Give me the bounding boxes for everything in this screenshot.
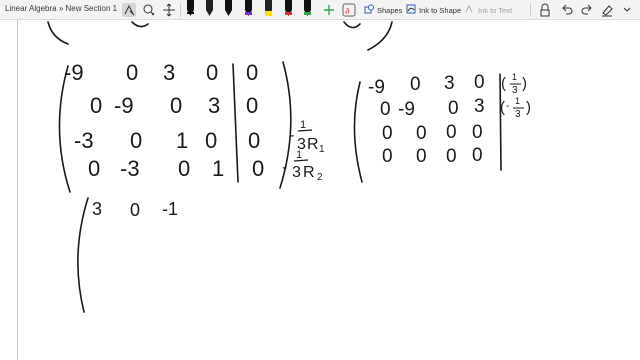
highlighter-yellow-icon[interactable] [264,0,273,18]
matrix2-cell: 0 [416,123,427,144]
op3-subscript: 1 [319,144,325,155]
scale2-open-paren: ( [500,99,505,116]
matrix1-cell: 0 [246,60,258,85]
redo-icon[interactable] [580,3,594,17]
ink-to-math-icon[interactable]: ∂ [342,3,356,17]
matrix1-cell: -9 [114,93,134,118]
op3-r: R [307,136,319,153]
matrix1-cell: 0 [170,93,182,118]
matrix1-cell: 0 [206,60,218,85]
more-options-icon[interactable] [620,3,634,17]
pen-red-icon[interactable] [284,0,293,18]
matrix2-cell: -9 [398,99,415,120]
matrix2-cell: 0 [380,99,391,120]
matrix1-cell: -9 [64,60,84,85]
ink-canvas[interactable]: -9 0 3 0 0 0 -9 0 3 0 -3 0 1 0 0 0 -3 0 … [0,20,640,360]
op3-minus: - [289,127,294,144]
pan-icon[interactable] [162,3,176,17]
scale2-denominator: 3 [515,109,521,120]
ink-to-text-icon [465,4,475,16]
matrix3-cell: 0 [130,200,140,220]
ink-bracket-fragment [47,21,69,45]
toolbar-separator [180,3,181,17]
matrix2-cell: 0 [472,122,483,143]
ink-to-shape-label: Ink to Shape [419,5,462,15]
ink-to-shape-icon [406,4,416,16]
matrix1-cell: 0 [252,156,264,181]
matrix2-cell: -9 [368,77,385,98]
op4-subscript: 2 [317,172,323,183]
op4-minus: - [282,159,287,176]
lock-icon[interactable] [538,3,552,17]
matrix1-cell: 0 [246,93,258,118]
scale2-minus: - [506,101,509,112]
ink-bracket-fragment [367,21,393,51]
pen-purple-icon[interactable] [244,0,253,18]
ink-to-shape-button[interactable]: Ink to Shape [406,2,461,18]
matrix1-cell: 0 [88,156,100,181]
scale2-numerator: 1 [515,96,520,106]
shapes-label: Shapes [377,5,403,15]
matrix1-cell: -3 [120,156,140,181]
matrix1-augment-line [232,63,239,183]
pen-dark-icon[interactable] [224,0,233,18]
op4-denominator: 3 [292,164,301,181]
scale1-close-paren: ) [522,75,527,92]
matrix3-cell: -1 [162,199,178,219]
matrix2-cell: 0 [382,146,393,167]
matrix1-cell: 0 [126,60,138,85]
matrix3-left-bracket [77,197,89,313]
matrix2-cell: 0 [474,72,485,93]
op4-r: R [303,164,315,181]
matrix2-left-bracket [353,81,363,183]
matrix3-cell: 3 [92,199,102,219]
matrix1-cell: 0 [205,128,217,153]
add-space-icon[interactable] [142,3,156,17]
eraser-icon[interactable] [600,3,614,17]
pen-black-icon[interactable] [186,0,195,18]
matrix2-cell: 0 [416,146,427,167]
lasso-select-icon[interactable] [122,3,136,17]
matrix2-cell: 3 [474,96,485,117]
matrix2-cell: 0 [448,98,459,119]
matrix1-cell: 3 [208,93,220,118]
ink-to-text-label: Ink to Text [478,5,513,15]
undo-icon[interactable] [560,3,574,17]
toolbar-separator [530,3,531,17]
ink-to-text-button[interactable]: Ink to Text [465,2,512,18]
pen-gray-icon[interactable] [205,0,214,18]
matrix2-cell: 3 [444,73,455,94]
ink-digit-fragment [343,21,361,29]
matrix2-cell: 0 [472,145,483,166]
matrix1-cell: 1 [212,156,224,181]
matrix2-cell: 0 [446,122,457,143]
matrix2-cell: 0 [382,123,393,144]
shapes-icon [364,4,374,16]
matrix1-cell: 0 [248,128,260,153]
matrix1-cell: 1 [176,128,188,153]
op3-numerator: 1 [300,119,306,131]
matrix2-cell: 0 [446,146,457,167]
ink-digit-fragment [131,21,149,28]
op4-numerator: 1 [296,149,302,161]
matrix1-cell: -3 [74,128,94,153]
breadcrumb[interactable]: Linear Algebra » New Section 1 [5,4,117,13]
scale2-close-paren: ) [526,99,531,116]
scale1-numerator: 1 [512,72,517,82]
matrix2-cell: 0 [410,74,421,95]
shapes-button[interactable]: Shapes [364,2,402,18]
add-pen-icon[interactable] [322,3,336,17]
scale1-denominator: 3 [512,85,518,96]
pen-green-icon[interactable] [303,0,312,18]
svg-text:∂: ∂ [345,7,350,17]
matrix1-cell: 0 [130,128,142,153]
scale1-open-paren: ( [501,75,506,92]
matrix1-cell: 3 [163,60,175,85]
ribbon-toolbar: Linear Algebra » New Section 1 ∂ Shapes … [0,0,640,20]
matrix1-cell: 0 [90,93,102,118]
matrix1-cell: 0 [178,156,190,181]
